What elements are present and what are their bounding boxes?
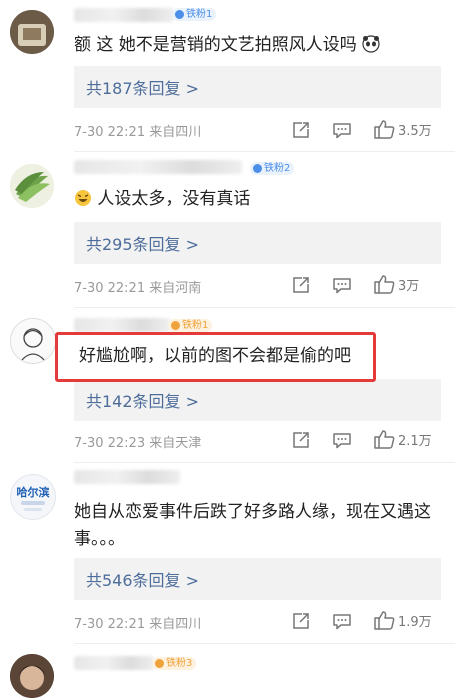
- comment-icon: [333, 123, 351, 139]
- username-blurred[interactable]: [74, 8, 174, 22]
- fan-badge: 铁粉2: [250, 162, 295, 175]
- divider: [74, 462, 455, 463]
- share-icon: [293, 277, 309, 293]
- badge-icon: [171, 321, 180, 330]
- fan-badge: 铁粉1: [168, 319, 213, 332]
- replies-link[interactable]: 共295条回复 >: [74, 222, 441, 264]
- timestamp-location: 7-30 22:21 来自四川: [74, 617, 202, 632]
- replies-link[interactable]: 共142条回复 >: [74, 379, 441, 421]
- avatar-image-icon: [10, 164, 54, 208]
- comment-text-content: 她自从恋爱事件后跌了好多路人缘，现在又遇这事。。。: [74, 502, 431, 549]
- comment-button[interactable]: [332, 613, 352, 634]
- username-blurred[interactable]: [74, 656, 154, 670]
- thumbs-up-icon: [374, 611, 395, 630]
- comment-button[interactable]: [332, 277, 352, 298]
- comment-text-content: 额 这 她不是营销的文艺拍照风人设吗: [74, 35, 357, 55]
- share-icon: [293, 122, 309, 138]
- badge-label: 铁粉1: [182, 320, 209, 331]
- comment-text: 人设太多，没有真话: [74, 186, 441, 213]
- badge-icon: [175, 10, 184, 19]
- comment-button[interactable]: [332, 122, 352, 143]
- replies-link[interactable]: 共546条回复 >: [74, 558, 441, 600]
- comment-icon: [333, 433, 351, 449]
- replies-label: 共295条回复 >: [86, 235, 200, 254]
- laughing-emoji-icon: [75, 190, 91, 206]
- panda-emoji-icon: [362, 35, 380, 53]
- avatar[interactable]: [10, 10, 54, 54]
- replies-label: 共142条回复 >: [86, 392, 200, 411]
- badge-label: 铁粉1: [186, 9, 213, 20]
- share-button[interactable]: [292, 431, 310, 453]
- thumbs-up-icon: [374, 430, 395, 449]
- comment-actions: 3万: [280, 274, 455, 296]
- like-button[interactable]: 3万: [373, 274, 419, 294]
- timestamp-location: 7-30 22:21 来自四川: [74, 125, 202, 140]
- replies-label: 共187条回复 >: [86, 79, 200, 98]
- like-button[interactable]: 2.1万: [373, 429, 432, 449]
- fan-badge: 铁粉1: [172, 8, 217, 21]
- fan-badge: 铁粉3: [152, 657, 197, 670]
- like-count: 3万: [398, 278, 420, 294]
- share-button[interactable]: [292, 612, 310, 634]
- share-button[interactable]: [292, 276, 310, 298]
- like-button[interactable]: 1.9万: [373, 610, 432, 630]
- timestamp-location: 7-30 22:23 来自天津: [74, 436, 202, 451]
- comment-text: 她自从恋爱事件后跌了好多路人缘，现在又遇这事。。。: [74, 499, 441, 553]
- username-blurred[interactable]: [74, 160, 242, 174]
- avatar-city-logo-icon: 哈尔滨: [11, 475, 55, 519]
- like-count: 1.9万: [398, 614, 432, 630]
- comment-actions: 1.9万: [280, 610, 455, 632]
- red-highlight-box: [55, 332, 376, 382]
- like-count: 2.1万: [398, 433, 432, 449]
- thumbs-up-icon: [374, 120, 395, 139]
- comment-actions: 2.1万: [280, 429, 455, 451]
- comment-text-content: 人设太多，没有真话: [97, 189, 251, 209]
- replies-link[interactable]: 共187条回复 >: [74, 66, 441, 108]
- avatar[interactable]: [10, 318, 56, 364]
- share-icon: [293, 432, 309, 448]
- badge-icon: [253, 164, 262, 173]
- comment-button[interactable]: [332, 432, 352, 453]
- avatar[interactable]: [10, 654, 54, 698]
- like-count: 3.5万: [398, 123, 432, 139]
- comment-text: 额 这 她不是营销的文艺拍照风人设吗: [74, 32, 441, 59]
- divider: [74, 151, 455, 152]
- thumbs-up-icon: [374, 275, 395, 294]
- comment-actions: 3.5万: [280, 119, 455, 141]
- avatar[interactable]: [10, 164, 54, 208]
- share-button[interactable]: [292, 121, 310, 143]
- timestamp-location: 7-30 22:21 来自河南: [74, 281, 202, 296]
- comment-icon: [333, 614, 351, 630]
- username-blurred[interactable]: [74, 318, 170, 332]
- crown-icon: [155, 659, 164, 668]
- avatar-sketch-icon: [11, 319, 55, 363]
- replies-label: 共546条回复 >: [86, 571, 200, 590]
- comment-icon: [333, 278, 351, 294]
- avatar-image-icon: [10, 654, 54, 698]
- badge-label: 铁粉2: [264, 163, 291, 174]
- username-blurred[interactable]: [74, 470, 180, 484]
- avatar-text: 哈尔滨: [17, 485, 50, 499]
- avatar-image-icon: [10, 10, 54, 54]
- like-button[interactable]: 3.5万: [373, 119, 432, 139]
- divider: [74, 307, 455, 308]
- badge-label: 铁粉3: [166, 658, 193, 669]
- divider: [74, 643, 455, 644]
- share-icon: [293, 613, 309, 629]
- avatar[interactable]: 哈尔滨: [10, 474, 56, 520]
